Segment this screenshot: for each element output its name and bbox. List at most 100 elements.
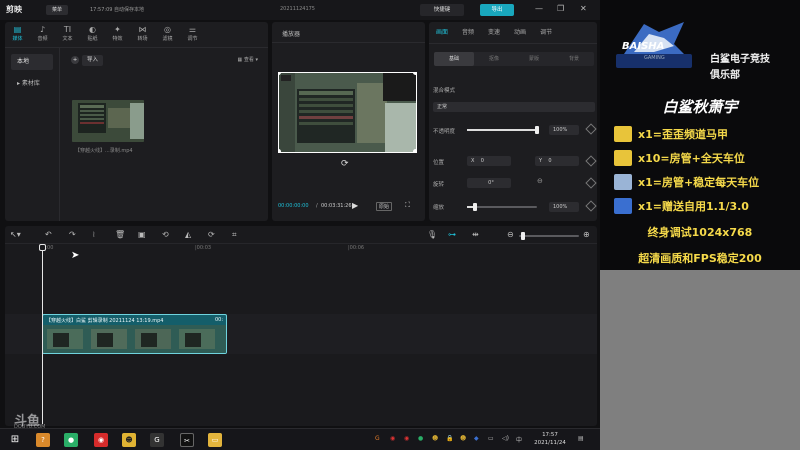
rotate-clip-icon[interactable]: ⟳	[208, 229, 215, 241]
tab-label: 文本	[62, 36, 73, 42]
sidebar-item-library[interactable]: ▸ 素材库	[11, 76, 53, 92]
g-app-icon[interactable]: G	[150, 433, 164, 447]
windows-start-icon[interactable]: ⊞	[8, 433, 22, 447]
tab-media[interactable]: ▤ 媒体	[5, 22, 30, 46]
properties-tab[interactable]: 动画	[507, 22, 533, 43]
sidebar-item-local[interactable]: 本地	[11, 54, 53, 70]
properties-tab[interactable]: 画面	[429, 22, 455, 43]
playhead-handle[interactable]	[39, 244, 46, 251]
opacity-input[interactable]: 100%	[549, 125, 579, 135]
rotate-input[interactable]: 0°	[467, 178, 511, 188]
close-icon[interactable]: ✕	[580, 4, 587, 13]
media-thumbnail[interactable]	[72, 100, 144, 142]
menu-button[interactable]: 菜单	[46, 5, 68, 15]
volume-icon[interactable]: ◁)	[502, 435, 509, 442]
rotate-dial-icon[interactable]: ⊖	[537, 177, 543, 185]
zoom-slider-knob[interactable]	[521, 232, 525, 240]
zoom-in-icon[interactable]: ⊕	[583, 229, 590, 241]
view-toggle[interactable]: ▦ 查看 ▾	[238, 56, 258, 63]
export-button[interactable]: 导出	[480, 4, 514, 16]
resize-handle[interactable]	[413, 149, 416, 152]
network-icon[interactable]: ▭	[488, 435, 494, 442]
tray-icon-wechat[interactable]: ●	[418, 435, 423, 442]
keyframe-icon[interactable]	[585, 123, 597, 135]
minimize-icon[interactable]: —	[535, 4, 543, 13]
snap-icon[interactable]: ⊶	[448, 229, 456, 241]
promo-row-text: x1=歪歪频道马甲	[638, 128, 728, 141]
position-y-input[interactable]: Y 0	[535, 156, 579, 166]
ratio-button[interactable]: 原始	[376, 202, 393, 211]
wechat-icon[interactable]: ●	[64, 433, 78, 447]
reverse-icon[interactable]: ⟲	[162, 229, 169, 241]
tab-audio[interactable]: ♪ 音频	[30, 22, 55, 46]
properties-subtab[interactable]: 背景	[554, 52, 594, 66]
notification-icon[interactable]: ▤	[578, 435, 584, 442]
rotate-icon[interactable]: ⟳	[341, 159, 349, 169]
promo-row: x1=房管+稳定每天车位	[614, 172, 798, 192]
redo-icon[interactable]: ↷	[69, 229, 76, 241]
tray-icon-music[interactable]: ◉	[404, 435, 409, 442]
opacity-slider-knob[interactable]	[535, 126, 539, 134]
keyframe-icon[interactable]	[585, 177, 597, 189]
select-tool-icon[interactable]: ↖▾	[10, 229, 21, 241]
tab-text[interactable]: TI 文本	[55, 22, 80, 46]
mirror-icon[interactable]: ◭	[185, 229, 191, 241]
ime-indicator[interactable]: 中	[516, 435, 522, 444]
position-x-input[interactable]: X 0	[467, 156, 511, 166]
resize-handle[interactable]	[279, 149, 281, 152]
folder-icon[interactable]: ▭	[208, 433, 222, 447]
tab-sticker[interactable]: ◐ 贴纸	[80, 22, 105, 46]
maximize-icon[interactable]: ❐	[557, 4, 564, 13]
ruler-tick: |00:03	[195, 245, 212, 251]
properties-subtab[interactable]: 蒙版	[514, 52, 554, 66]
link-icon[interactable]: ⇹	[472, 229, 479, 241]
app-icon-1[interactable]: ?	[36, 433, 50, 447]
tray-icon-lock[interactable]: 🔒	[446, 435, 453, 442]
tray-icon-shield[interactable]: ◆	[474, 435, 479, 442]
tray-icon-g[interactable]: G	[375, 435, 380, 442]
clock[interactable]: 17:57 2021/11/24	[530, 431, 570, 447]
properties-tab[interactable]: 调节	[533, 22, 559, 43]
play-icon[interactable]: ▶	[352, 201, 358, 210]
scale-slider-knob[interactable]	[473, 203, 477, 211]
promo-row: x1=赠送自用1.1/3.0	[614, 196, 798, 216]
freeze-icon[interactable]: ▣	[138, 229, 146, 241]
properties-tab[interactable]: 音频	[455, 22, 481, 43]
streamer-name: 白鲨秋萧宇	[662, 98, 738, 116]
properties-subtab[interactable]: 基础	[434, 52, 474, 66]
tray-icon-red[interactable]: ◉	[390, 435, 395, 442]
blend-mode-select[interactable]: 正常	[433, 102, 595, 112]
tab-filter[interactable]: ◎ 滤镜	[155, 22, 180, 46]
split-icon[interactable]: ⧘	[93, 229, 95, 241]
shortcut-button[interactable]: 快捷键	[420, 4, 464, 16]
microphone-icon[interactable]: 🎙	[427, 229, 437, 241]
video-clip[interactable]: 【穿越火线】白鲨 剪辑录制 20211124 13:19.mp4 00:	[42, 314, 227, 354]
undo-icon[interactable]: ↶	[45, 229, 52, 241]
capcut-icon[interactable]: ✂	[180, 433, 194, 447]
properties-tab[interactable]: 变速	[481, 22, 507, 43]
keyframe-icon[interactable]	[585, 155, 597, 167]
playhead[interactable]	[42, 244, 43, 424]
netease-music-icon[interactable]: ◉	[94, 433, 108, 447]
tab-adjust[interactable]: ⚌ 调节	[180, 22, 205, 46]
resize-handle[interactable]	[413, 73, 416, 75]
game-icon[interactable]: ☻	[122, 433, 136, 447]
opacity-slider[interactable]	[467, 126, 539, 134]
properties-subtab[interactable]: 抠像	[474, 52, 514, 66]
fullscreen-icon[interactable]: ⛶	[405, 201, 410, 210]
tab-effects[interactable]: ✦ 特效	[105, 22, 130, 46]
tab-transition[interactable]: ⋈ 转场	[130, 22, 155, 46]
media-panel: ▤ 媒体 ♪ 音频 TI 文本 ◐ 贴纸 ✦ 特效 ⋈ 转场 ◎ 滤镜 ⚌ 调节 本地 ▸ 素材库 + 导入 ▦…	[5, 22, 268, 221]
crop-icon[interactable]: ⌗	[232, 229, 237, 241]
tray-icon-game2[interactable]: ☻	[460, 435, 466, 442]
keyframe-icon[interactable]	[585, 200, 597, 212]
preview-viewer[interactable]	[278, 72, 417, 153]
zoom-out-icon[interactable]: ⊖	[507, 229, 514, 241]
tray-icon-game[interactable]: ☻	[432, 435, 438, 442]
import-button[interactable]: + 导入	[71, 55, 104, 66]
scale-slider[interactable]	[467, 203, 537, 211]
video-frame-image	[72, 100, 144, 142]
delete-icon[interactable]: 🗑	[115, 229, 125, 241]
scale-input[interactable]: 100%	[549, 202, 579, 212]
zoom-slider[interactable]	[519, 232, 579, 240]
